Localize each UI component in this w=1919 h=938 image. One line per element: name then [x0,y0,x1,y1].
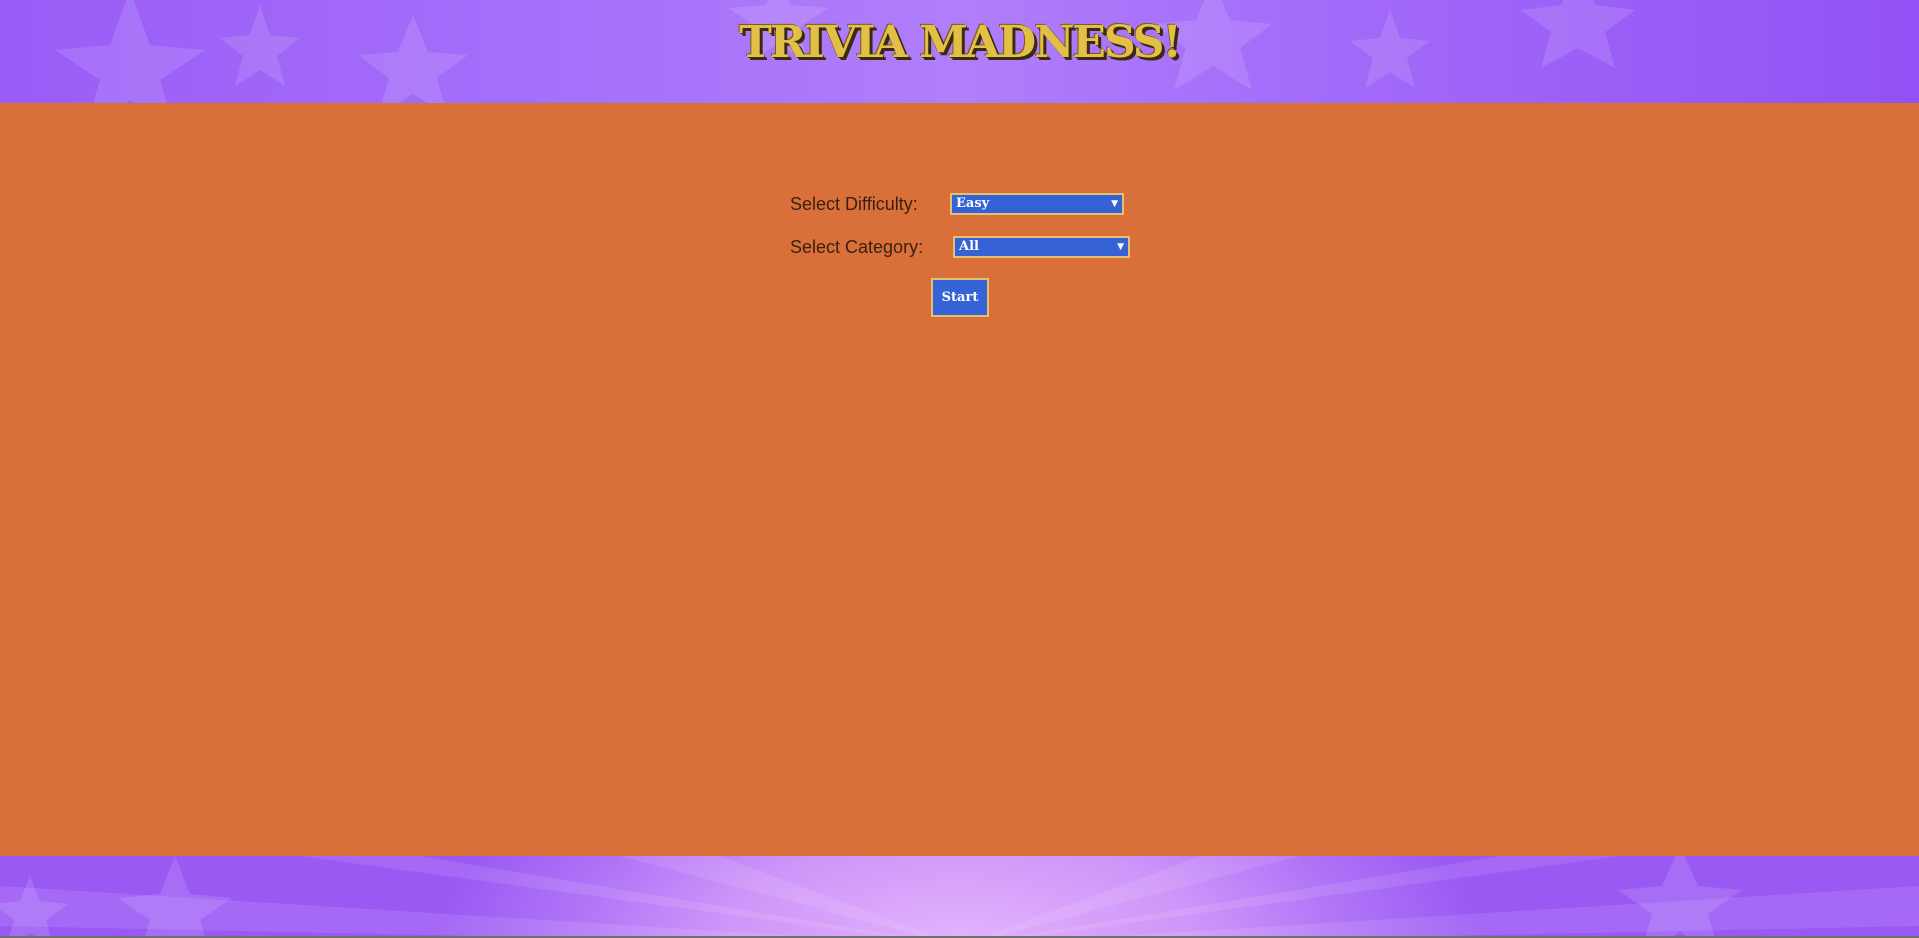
chevron-down-icon: ▼ [1117,242,1124,252]
category-row: Select Category: [790,233,923,261]
difficulty-row: Select Difficulty: [790,190,918,218]
category-label: Select Category: [790,236,924,257]
start-button[interactable]: Start [931,278,989,317]
start-button-label: Start [941,290,979,305]
trivia-page: TRIVIA MADNESS! Select Difficulty: Easy … [0,0,1919,938]
footer-banner [0,856,1919,936]
header-banner: TRIVIA MADNESS! [0,0,1919,103]
difficulty-selected-value: Easy [956,196,990,211]
difficulty-label: Select Difficulty: [790,193,918,214]
page-title: TRIVIA MADNESS! [739,17,1182,68]
sunburst-background-decor [0,856,1919,936]
category-select[interactable]: All ▼ [953,236,1130,258]
difficulty-select[interactable]: Easy ▼ [950,193,1124,215]
category-selected-value: All [959,239,979,254]
chevron-down-icon: ▼ [1111,199,1118,209]
